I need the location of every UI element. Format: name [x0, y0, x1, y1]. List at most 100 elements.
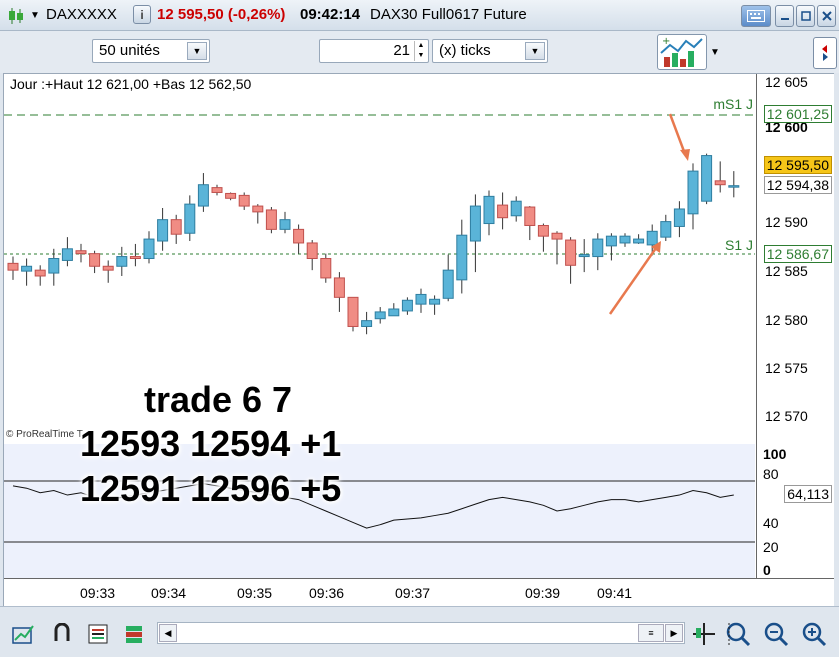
candle-up: [510, 200, 522, 217]
candle-up: [660, 221, 672, 238]
candle-down: [129, 256, 141, 259]
layers-icon[interactable]: [120, 621, 148, 647]
copyright-text: © ProRealTime T: [6, 429, 83, 440]
osc-label: 20: [763, 539, 779, 555]
candle-down: [347, 296, 359, 327]
candle-up: [483, 195, 495, 225]
candle-down: [34, 269, 46, 277]
price-label: 12 570: [765, 408, 808, 424]
candle-down: [293, 228, 305, 244]
minimize-icon[interactable]: [775, 5, 794, 27]
ticks-stepper[interactable]: 21 ▲ ▼: [319, 39, 429, 63]
candle-up: [21, 265, 33, 272]
chevron-down-icon[interactable]: ▼: [187, 42, 207, 60]
info-icon-glyph: i: [140, 7, 144, 22]
price-label: 12 580: [765, 312, 808, 328]
candle-down: [89, 253, 101, 267]
sidebar-toggle-icon[interactable]: [813, 37, 837, 69]
ticks-value: 21: [393, 42, 410, 59]
candle-up: [279, 219, 291, 230]
info-icon[interactable]: i: [133, 5, 151, 24]
candlestick-icon: [6, 6, 26, 26]
candle-down: [551, 232, 563, 240]
trade-line-2: 12591 12596 +5: [80, 468, 342, 509]
magnet-icon[interactable]: [48, 621, 76, 647]
price-change: 12 595,50 (-0,26%): [157, 6, 286, 23]
candle-down: [7, 262, 19, 271]
ms1-price-tag: 12 601,25: [763, 105, 832, 123]
chart-header: Jour :+Haut 12 621,00 +Bas 12 562,50: [10, 76, 252, 92]
crosshair-tool-icon[interactable]: [690, 621, 718, 647]
zoom-out-icon[interactable]: [762, 621, 790, 647]
candle-down: [265, 209, 277, 230]
time-axis[interactable]: 09:33 09:34 09:35 09:36 09:37 09:39 09:4…: [4, 578, 834, 606]
candle-up: [401, 299, 413, 312]
zoom-fit-icon[interactable]: [724, 621, 752, 647]
symbol-name[interactable]: DAXXXXX: [46, 6, 117, 23]
candle-up: [646, 230, 658, 246]
price-axis[interactable]: 12 605 12 600 12 590 12 585 12 580 12 57…: [756, 74, 834, 578]
candle-down: [524, 206, 536, 226]
add-indicator-button[interactable]: +: [657, 34, 707, 70]
keyboard-icon[interactable]: [741, 5, 771, 27]
candle-up: [687, 170, 699, 215]
time-label: 09:39: [525, 585, 561, 601]
candle-down: [252, 205, 264, 213]
indicator-dropdown-arrow[interactable]: ▼: [710, 47, 720, 58]
arrowhead-top: [680, 149, 690, 161]
time-label: 09:37: [395, 585, 431, 601]
annotation-arrow-bottom: [608, 247, 658, 315]
candle-up: [592, 238, 604, 258]
indicator-chart-icon: +: [660, 36, 703, 67]
ticks-unit-dropdown[interactable]: (x) ticks ▼: [432, 39, 548, 63]
candle-up: [361, 320, 373, 327]
time-label: 09:41: [597, 585, 633, 601]
candle-up: [578, 254, 590, 258]
candle-down: [714, 180, 726, 186]
s1-price-tag: 12 586,67: [763, 245, 832, 263]
zoom-in-icon[interactable]: [800, 621, 828, 647]
svg-text:+: +: [662, 36, 670, 47]
candle-down: [225, 192, 237, 199]
trade-title: trade 6 7: [144, 379, 293, 420]
candle-down: [320, 258, 332, 279]
title-bar: ▼ DAXXXXX i 12 595,50 (-0,26%) 09:42:14 …: [0, 0, 839, 31]
candle-up: [116, 256, 128, 267]
price-label: 12 585: [765, 263, 808, 279]
drawing-tool-icon[interactable]: [10, 621, 38, 647]
symbol-dropdown-arrow[interactable]: ▼: [30, 10, 40, 21]
scroll-right-icon[interactable]: ▶: [665, 624, 683, 642]
time-label: 09:34: [151, 585, 187, 601]
horizontal-scrollbar[interactable]: ◀ ≡ ▶: [157, 622, 685, 644]
scroll-left-icon[interactable]: ◀: [159, 624, 177, 642]
candle-up: [469, 205, 481, 242]
maximize-icon[interactable]: [796, 5, 815, 27]
units-dropdown[interactable]: 50 unités ▼: [92, 39, 210, 63]
units-value: 50 unités: [99, 42, 160, 59]
osc-label: 40: [763, 515, 779, 531]
chevron-down-icon[interactable]: ▼: [525, 42, 545, 60]
order-list-icon[interactable]: [84, 621, 112, 647]
candle-down: [333, 277, 345, 298]
osc-label: 80: [763, 466, 779, 482]
price-label: 12 575: [765, 360, 808, 376]
scroll-thumb[interactable]: ≡: [638, 624, 664, 642]
trade-line-1: 12593 12594 +1: [80, 423, 342, 464]
osc-value-tag: 64,113: [784, 485, 832, 503]
candle-down: [497, 204, 509, 219]
ms1-level-label: mS1 J: [713, 96, 753, 112]
candle-down: [75, 250, 87, 255]
stepper-arrows-icon[interactable]: ▲ ▼: [414, 41, 427, 61]
osc-label: 0: [763, 562, 771, 578]
candle-up: [619, 235, 631, 244]
candle-up: [184, 203, 196, 234]
candle-up: [728, 185, 740, 188]
price-label: 12 605: [765, 74, 808, 90]
instrument-name: DAX30 Full0617 Future: [370, 6, 527, 23]
close-icon[interactable]: [817, 5, 836, 27]
candle-up: [374, 311, 386, 320]
time-label: 09:36: [309, 585, 345, 601]
time-label: 09:33: [80, 585, 116, 601]
candle-up: [605, 235, 617, 247]
candle-up: [701, 155, 713, 202]
